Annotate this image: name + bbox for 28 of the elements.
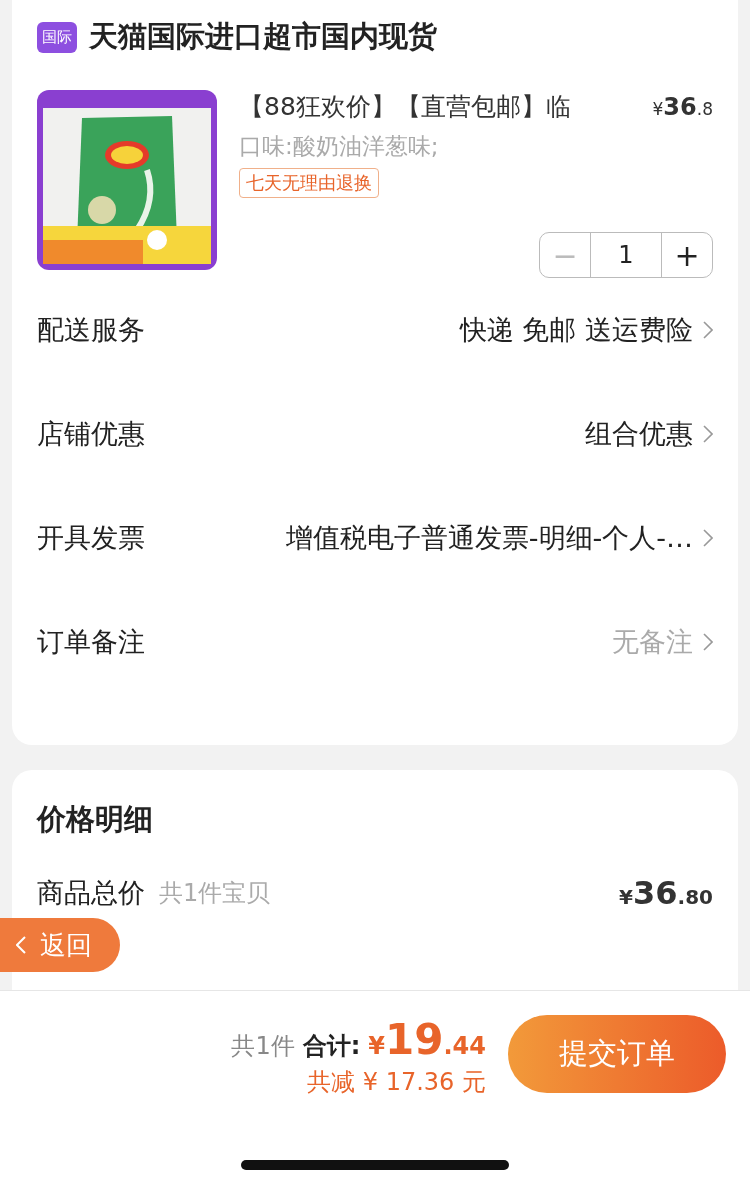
price-label: 商品总价 [37, 876, 145, 910]
shop-name[interactable]: 天猫国际进口超市国内现货 [89, 17, 437, 57]
return-tag: 七天无理由退换 [239, 168, 379, 198]
increase-button[interactable]: + [662, 233, 712, 277]
chevron-icon [703, 633, 713, 651]
option-label: 店铺优惠 [37, 417, 146, 451]
quantity-field[interactable]: 1 [590, 233, 662, 277]
product-title[interactable]: 【88狂欢价】【直营包邮】临 [239, 90, 571, 123]
chevron-icon [703, 529, 713, 547]
option-value[interactable]: 组合优惠 [217, 416, 693, 452]
chevron-icon [703, 425, 713, 443]
chevron-icon [703, 321, 713, 339]
price-note: 共1件宝贝 [159, 878, 272, 909]
product-spec: 口味:酸奶油洋葱味; [239, 132, 440, 161]
option-value[interactable]: 增值税电子普通发票-明细-个人-… [217, 520, 693, 556]
saving-text: 共减 ¥ 17.36 元 [307, 1067, 486, 1098]
option-value[interactable]: 快递 免邮 送运费险 [217, 312, 693, 348]
item-count: 共1件 [231, 1031, 295, 1062]
shop-badge: 国际 [37, 21, 77, 53]
chevron-left-icon [16, 936, 26, 954]
option-label: 配送服务 [37, 313, 146, 347]
total-amount: ¥19.44 [368, 1015, 486, 1064]
option-label: 订单备注 [37, 625, 146, 659]
product-price: ¥36.8 [652, 93, 713, 121]
section-title: 价格明细 [37, 801, 154, 838]
option-label: 开具发票 [37, 521, 146, 555]
price-amount: ¥36.80 [619, 874, 713, 912]
total-label: 合计: [302, 1031, 361, 1062]
